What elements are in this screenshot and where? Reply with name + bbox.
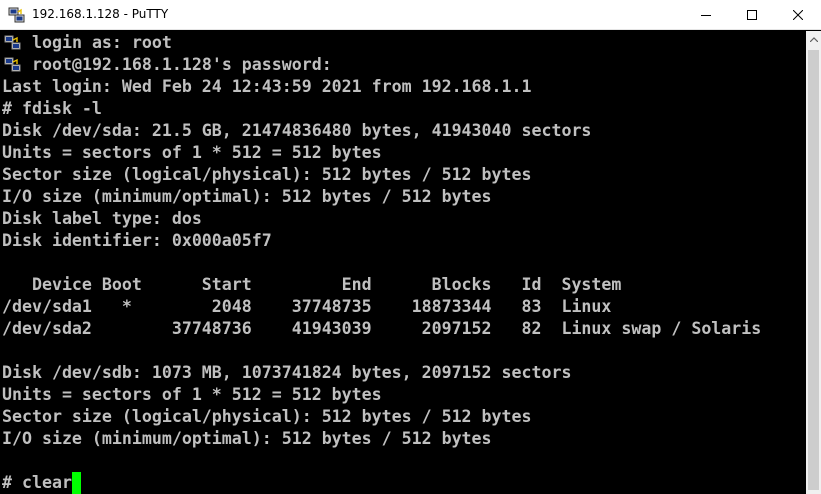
putty-icon[interactable] [8, 7, 26, 23]
close-icon [793, 10, 803, 20]
login-prompt-icon [4, 33, 22, 51]
putty-window: 192.168.1.128 - PuTTY login as: root roo… [0, 0, 821, 494]
terminal-line: Device Boot Start End Blocks Id System [2, 275, 622, 294]
terminal-line: # fdisk -l [2, 99, 102, 118]
terminal-area[interactable]: login as: root root@192.168.1.128's pass… [0, 31, 806, 494]
terminal-line: Last login: Wed Feb 24 12:43:59 2021 fro… [2, 77, 532, 96]
maximize-icon [747, 10, 757, 20]
scrollbar-thumb[interactable] [808, 50, 819, 490]
terminal-prompt-line: # clear [2, 473, 72, 492]
vertical-scrollbar[interactable] [806, 31, 821, 494]
minimize-icon [701, 15, 711, 16]
title-bar[interactable]: 192.168.1.128 - PuTTY [0, 0, 821, 30]
terminal-line: /dev/sda1 * 2048 37748735 18873344 83 Li… [2, 297, 612, 316]
terminal-line: I/O size (minimum/optimal): 512 bytes / … [2, 187, 492, 206]
window-title: 192.168.1.128 - PuTTY [32, 7, 169, 21]
minimize-button[interactable] [683, 0, 729, 30]
terminal-line: Disk /dev/sdb: 1073 MB, 1073741824 bytes… [2, 363, 572, 382]
terminal-line: Disk /dev/sda: 21.5 GB, 21474836480 byte… [2, 121, 592, 140]
terminal-line: I/O size (minimum/optimal): 512 bytes / … [2, 429, 492, 448]
terminal-line: Disk label type: dos [2, 209, 202, 228]
terminal-line: Disk identifier: 0x000a05f7 [2, 231, 272, 250]
chevron-up-icon [809, 37, 818, 42]
terminal-line: login as: root [32, 33, 172, 52]
terminal-line: Units = sectors of 1 * 512 = 512 bytes [2, 143, 382, 162]
close-button[interactable] [775, 0, 821, 30]
terminal-cursor [72, 472, 81, 494]
scroll-up-button[interactable] [806, 31, 821, 48]
terminal-line: Sector size (logical/physical): 512 byte… [2, 165, 532, 184]
terminal-line: root@192.168.1.128's password: [32, 55, 332, 74]
terminal-line: Units = sectors of 1 * 512 = 512 bytes [2, 385, 382, 404]
maximize-button[interactable] [729, 0, 775, 30]
terminal-line: Sector size (logical/physical): 512 byte… [2, 407, 532, 426]
password-prompt-icon [4, 55, 22, 73]
terminal-line: /dev/sda2 37748736 41943039 2097152 82 L… [2, 319, 762, 338]
